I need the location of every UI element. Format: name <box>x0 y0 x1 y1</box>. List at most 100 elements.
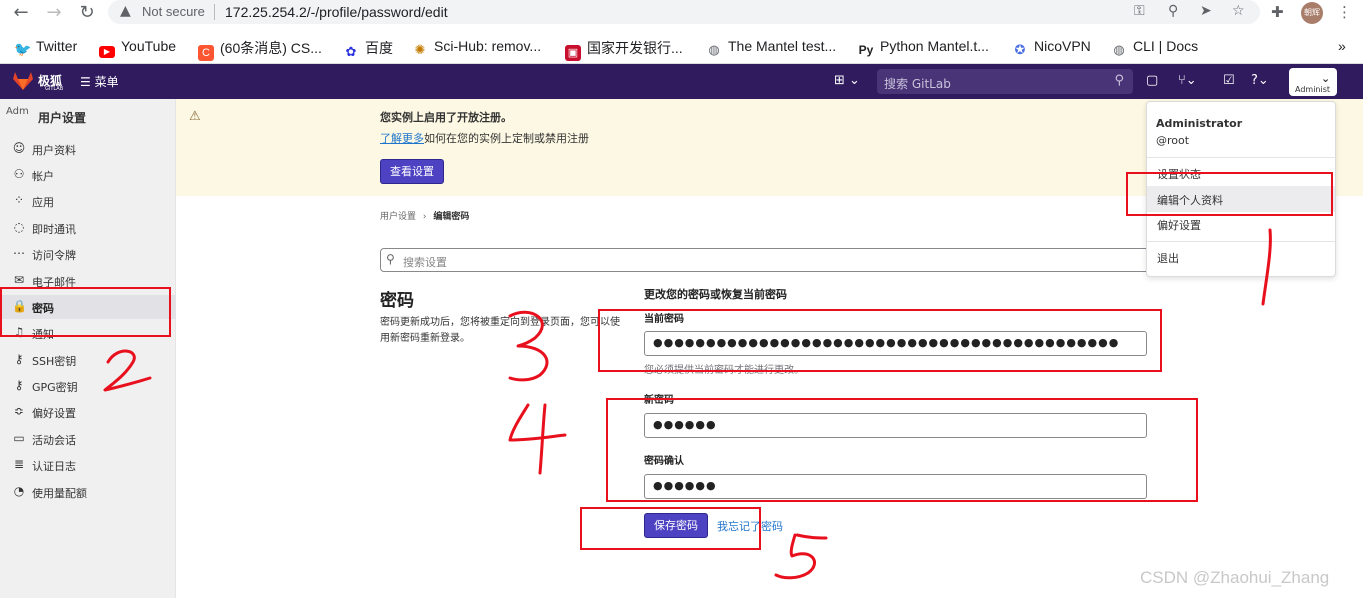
preferences-icon: ≎ <box>13 404 25 418</box>
annotation-box-save-button <box>580 507 761 550</box>
bookmark-baidu[interactable]: ✿ 百度 <box>343 38 393 60</box>
bookmark-nicovpn[interactable]: ✪ NicoVPN <box>1012 38 1091 58</box>
back-icon[interactable]: ← <box>10 2 32 24</box>
sidebar-item-label: 应用 <box>32 196 54 209</box>
sidebar-item-label: 使用量配额 <box>32 487 87 500</box>
sidebar-item-10[interactable]: ⚷ GPG密钥 <box>0 374 176 398</box>
help-icon[interactable]: ?⌄ <box>1251 73 1269 88</box>
applications-icon: ⁘ <box>13 193 25 207</box>
todo-icon[interactable]: ☑ <box>1223 73 1235 88</box>
browser-menu-icon[interactable]: ⋮ <box>1337 3 1352 21</box>
annotation-number-5 <box>774 533 828 580</box>
browser-chrome: ← → ↻ ▲ Not secure 172.25.254.2/-/profil… <box>0 0 1363 64</box>
sidebar-item-label: GPG密钥 <box>32 381 78 394</box>
sidebar-item-2[interactable]: ⚇ 帐户 <box>0 163 176 187</box>
extensions-icon[interactable]: ✚ <box>1271 3 1284 21</box>
sign-out-item[interactable]: 退出 <box>1147 244 1335 270</box>
search-icon: ⚲ <box>386 252 395 266</box>
gitlab-search-input[interactable]: 搜索 GitLab ⚲ <box>877 69 1133 94</box>
sidebar-item-1[interactable]: ☺ 用户资料 <box>0 137 176 161</box>
address-separator <box>214 4 215 20</box>
bookmark-cdb[interactable]: ▣ 国家开发银行... <box>565 38 683 61</box>
chevron-down-icon: ⌄ <box>1321 72 1331 85</box>
main-menu-button[interactable]: ☰ 菜单 <box>80 73 119 90</box>
breadcrumb: 用户设置 › 编辑密码 <box>380 209 469 222</box>
issues-icon[interactable]: ▢ <box>1146 73 1158 88</box>
security-status[interactable]: Not secure <box>142 4 205 19</box>
sidebar-item-13[interactable]: ≣ 认证日志 <box>0 453 176 477</box>
search-settings-input[interactable]: ⚲ 搜索设置 <box>380 248 1180 272</box>
alert-title: 您实例上启用了开放注册。 <box>380 111 512 124</box>
sidebar-item-4[interactable]: ◌ 即时通讯 <box>0 216 176 240</box>
view-settings-button[interactable]: 查看设置 <box>380 159 444 184</box>
gitlab-header: 极狐 GITLAB ☰ 菜单 ⊞ ⌄ 搜索 GitLab ⚲ ▢ ⑂⌄ ☑ ?⌄… <box>0 64 1363 99</box>
profile-avatar[interactable]: 朝辉 <box>1301 2 1323 24</box>
profile-icon: ☺ <box>12 141 26 155</box>
learn-more-link[interactable]: 了解更多 <box>380 132 424 145</box>
watermark: CSDN @Zhaohui_Zhang <box>1140 568 1330 587</box>
create-new-icon[interactable]: ⊞ ⌄ <box>834 73 860 88</box>
bookmark-python-mantel[interactable]: Py Python Mantel.t... <box>858 38 989 58</box>
url-text[interactable]: 172.25.254.2/-/profile/password/edit <box>225 4 448 20</box>
globe-icon: ◍ <box>1111 42 1127 58</box>
annotation-number-4 <box>508 403 567 475</box>
breadcrumb-parent[interactable]: 用户设置 <box>380 212 416 222</box>
chat-icon: ◌ <box>13 220 25 234</box>
bookmark-mantel[interactable]: ◍ The Mantel test... <box>706 38 836 58</box>
annotation-box-current-password <box>598 309 1162 372</box>
user-avatar: Adm <box>6 106 29 117</box>
cdb-icon: ▣ <box>565 45 581 61</box>
youtube-icon: ▶ <box>99 46 115 58</box>
bookmark-twitter[interactable]: 🐦 Twitter <box>14 38 77 57</box>
sidebar-item-9[interactable]: ⚷ SSH密钥 <box>0 348 176 372</box>
csdn-icon: C <box>198 45 214 61</box>
scihub-icon: ✺ <box>412 42 428 58</box>
bookmark-cli-docs[interactable]: ◍ CLI | Docs <box>1111 38 1198 58</box>
mail-icon: ✉ <box>13 273 25 287</box>
bookmark-csdn[interactable]: C (60条消息) CS... <box>198 38 322 61</box>
sidebar-item-12[interactable]: ▭ 活动会话 <box>0 427 176 451</box>
password-key-icon[interactable]: ⚿ <box>1134 3 1145 19</box>
sidebar-item-label: SSH密钥 <box>32 355 77 368</box>
bookmark-scihub[interactable]: ✺ Sci-Hub: remov... <box>412 38 541 58</box>
sidebar-item-label: 认证日志 <box>32 460 76 473</box>
twitter-icon: 🐦 <box>14 41 32 57</box>
sidebar-item-label: 即时通讯 <box>32 223 76 236</box>
py-icon: Py <box>858 42 874 58</box>
monitor-icon: ▭ <box>13 431 25 445</box>
log-icon: ≣ <box>13 457 25 471</box>
forward-icon[interactable]: → <box>43 2 65 24</box>
account-icon: ⚇ <box>13 167 25 181</box>
bookmarks-bar: 🐦 Twitter ▶ YouTube C (60条消息) CS... ✿ 百度 ✺ Sc… <box>0 34 1363 61</box>
annotation-box-password-nav <box>0 287 171 337</box>
breadcrumb-current: 编辑密码 <box>433 212 470 222</box>
sidebar-item-3[interactable]: ⁘ 应用 <box>0 189 176 213</box>
dropdown-user-name[interactable]: Administrator <box>1156 117 1242 130</box>
quota-icon: ◔ <box>13 484 25 498</box>
more-bookmarks-icon[interactable]: » <box>1338 38 1346 54</box>
form-heading: 更改您的密码或恢复当前密码 <box>644 288 787 301</box>
search-icon: ⚲ <box>1114 73 1124 88</box>
sidebar-item-5[interactable]: ⋯ 访问令牌 <box>0 242 176 266</box>
dropdown-divider <box>1147 157 1335 158</box>
dropdown-divider <box>1147 241 1335 242</box>
sidebar-item-11[interactable]: ≎ 偏好设置 <box>0 400 176 424</box>
zoom-icon[interactable]: ⚲ <box>1168 3 1178 19</box>
sidebar-item-label: 用户资料 <box>32 144 76 157</box>
dropdown-username[interactable]: @root <box>1156 134 1189 147</box>
bookmark-star-icon[interactable]: ☆ <box>1232 3 1245 19</box>
user-menu-toggle[interactable]: Administ ⌄ <box>1289 68 1337 96</box>
address-bar[interactable]: ▲ Not secure 172.25.254.2/-/profile/pass… <box>108 0 1260 24</box>
reload-icon[interactable]: ↻ <box>76 2 98 24</box>
token-icon: ⋯ <box>13 246 25 260</box>
bookmark-youtube[interactable]: ▶ YouTube <box>99 38 176 58</box>
gitlab-fox-logo-icon[interactable] <box>13 72 33 90</box>
merge-requests-icon[interactable]: ⑂⌄ <box>1178 73 1197 88</box>
sidebar-item-14[interactable]: ◔ 使用量配额 <box>0 480 176 504</box>
share-icon[interactable]: ➤ <box>1200 3 1212 19</box>
sidebar-item-label: 活动会话 <box>32 434 76 447</box>
brand-sub: GITLAB <box>45 86 64 92</box>
annotation-box-edit-profile <box>1126 172 1333 216</box>
settings-sidebar: Adm 用户设置 ☺ 用户资料 ⚇ 帐户 ⁘ 应用 ◌ 即时通讯 ⋯ 访问令牌 ✉ 电子邮件 🔒 密码 ♫ 通… <box>0 99 176 598</box>
sidebar-title: 用户设置 <box>38 111 87 125</box>
